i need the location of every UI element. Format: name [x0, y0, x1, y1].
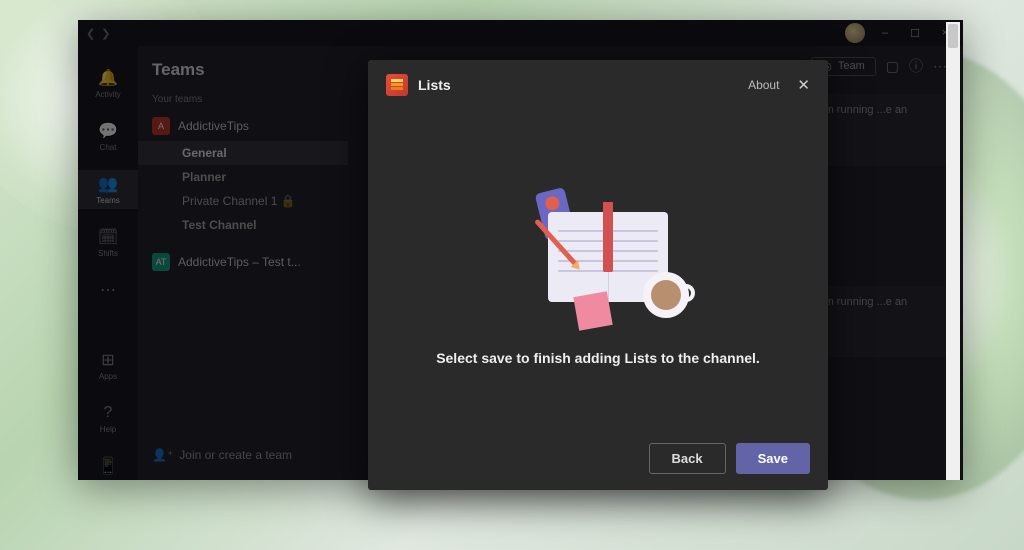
lists-app-icon	[386, 74, 408, 96]
modal-body: Select save to finish adding Lists to th…	[368, 110, 828, 427]
close-icon[interactable]: ✕	[797, 76, 810, 94]
add-lists-modal: Lists About ✕ Selec	[368, 60, 828, 490]
modal-title: Lists	[418, 77, 451, 93]
about-link[interactable]: About	[748, 78, 779, 92]
back-button[interactable]: Back	[649, 443, 726, 474]
save-button[interactable]: Save	[736, 443, 810, 474]
modal-instruction: Select save to finish adding Lists to th…	[436, 350, 760, 366]
teams-app-window: ❮ ❯ – ☐ × 🔔 Activity 💬 Chat 👥 Teams	[78, 20, 963, 480]
modal-header: Lists About ✕	[368, 60, 828, 110]
browser-scrollbar[interactable]	[946, 22, 960, 480]
modal-footer: Back Save	[368, 427, 828, 490]
lists-illustration	[498, 172, 698, 332]
